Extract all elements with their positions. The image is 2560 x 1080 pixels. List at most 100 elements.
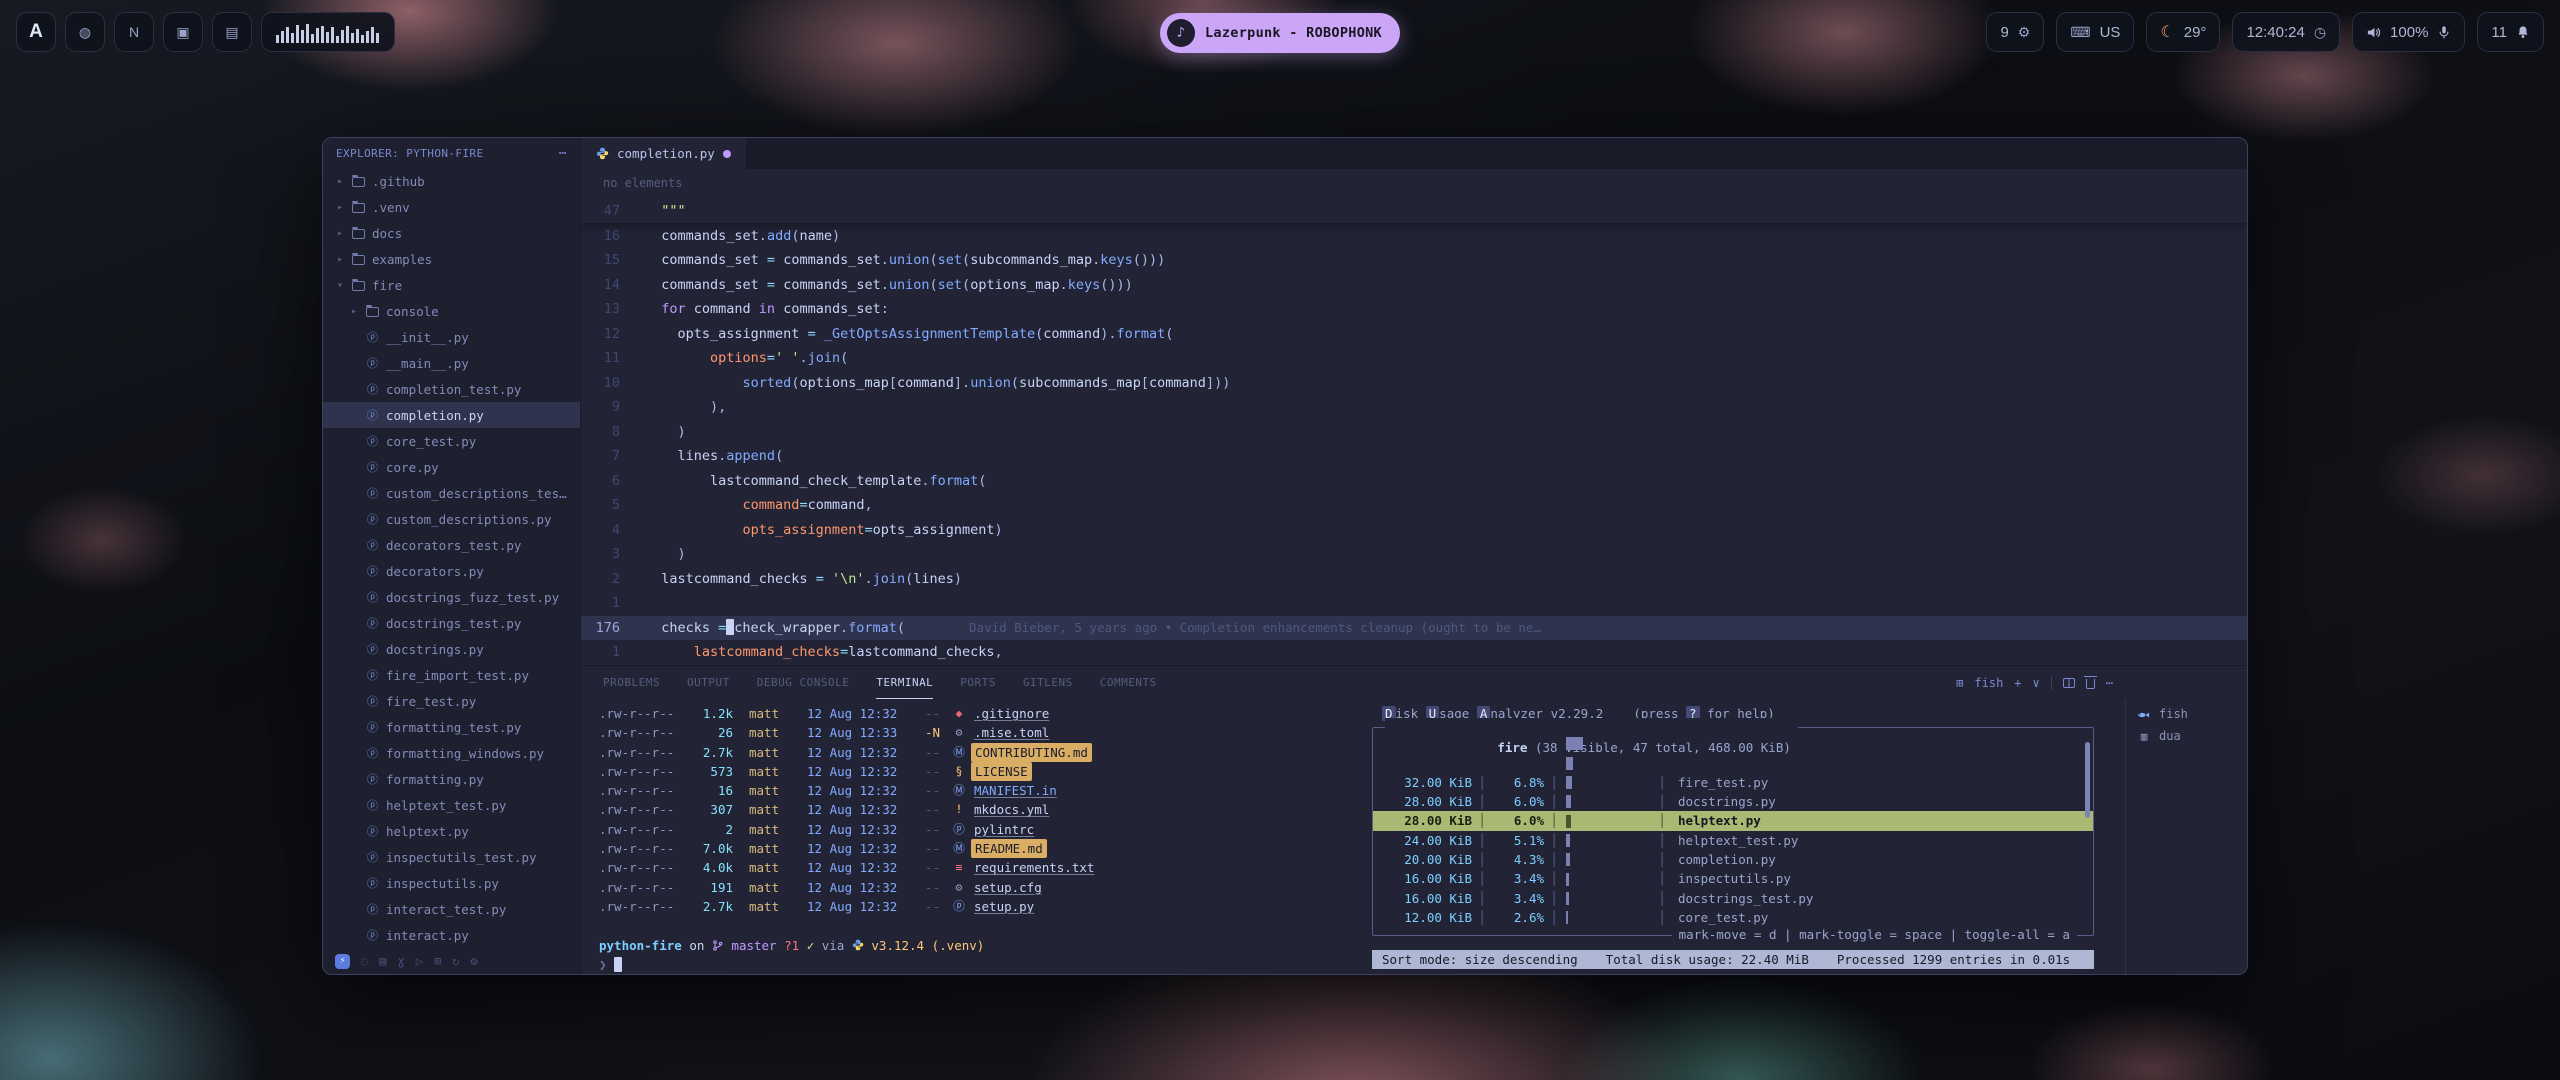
panel-grid-icon[interactable]: ⊞ [1956, 676, 1963, 690]
notifications-pill[interactable]: 11 [2477, 12, 2544, 52]
more-actions-icon[interactable]: ⋯ [559, 146, 567, 161]
weather-pill[interactable]: ☾ 29° [2146, 12, 2220, 52]
tree-item-label: .github [372, 174, 425, 189]
remote-indicator[interactable]: ⚡ [335, 954, 350, 969]
workspace-button-4[interactable]: ▤ [212, 12, 252, 52]
dua-entry-inspectutils.py[interactable]: 16.00 KiB│3.4%││inspectutils.py [1373, 869, 2093, 888]
panel-tab-terminal[interactable]: TERMINAL [876, 666, 933, 699]
entry-name: docstrings_test.py [1672, 889, 1813, 908]
sync-icon[interactable]: ↻ [452, 954, 459, 968]
dua-entry-docstrings_test.py[interactable]: 16.00 KiB│3.4%││docstrings_test.py [1373, 889, 2093, 908]
keyboard-layout-pill[interactable]: ⌨ US [2056, 12, 2134, 52]
workspace-button-3[interactable]: ▣ [163, 12, 203, 52]
python-icon: ⓟ [366, 511, 379, 527]
tree-item-docs[interactable]: ▸docs [323, 220, 580, 246]
tree-item-__main__.py[interactable]: ⓟ__main__.py [323, 350, 580, 376]
entry-usage-bar [1564, 873, 1652, 886]
file-name: .mise.toml [971, 723, 1049, 742]
tree-item-docstrings.py[interactable]: ⓟdocstrings.py [323, 636, 580, 662]
tree-item-formatting.py[interactable]: ⓟformatting.py [323, 766, 580, 792]
markdown-icon: Ⓜ [947, 839, 971, 858]
panel-tab-ports[interactable]: PORTS [960, 666, 996, 699]
kill-terminal-icon[interactable] [2086, 679, 2095, 689]
tree-item-docstrings_test.py[interactable]: ⓟdocstrings_test.py [323, 610, 580, 636]
tree-item-completion.py[interactable]: ⓟcompletion.py [323, 402, 580, 428]
code-line: 3 ) [581, 542, 2247, 567]
workspace-button-1[interactable]: ◍ [65, 12, 105, 52]
dua-entry-completion.py[interactable]: 20.00 KiB│4.3%││completion.py [1373, 850, 2093, 869]
editor-surface[interactable]: 47 """16 commands_set.add(name)15 comman… [581, 197, 2247, 665]
panel-tab-gitlens[interactable]: GITLENS [1023, 666, 1073, 699]
split-terminal-icon[interactable] [2063, 678, 2075, 688]
tree-item-console[interactable]: ▸console [323, 298, 580, 324]
panel-tab-debug-console[interactable]: DEBUG CONSOLE [757, 666, 850, 699]
terminal-list-item-dua[interactable]: ▥dua [2126, 726, 2247, 748]
tree-item-formatting_test.py[interactable]: ⓟformatting_test.py [323, 714, 580, 740]
audio-visualizer[interactable] [261, 12, 395, 52]
panel-tab-comments[interactable]: COMMENTS [1100, 666, 1157, 699]
files-icon[interactable]: ▤ [379, 954, 386, 968]
panel-tab-problems[interactable]: PROBLEMS [603, 666, 660, 699]
tree-item-interact_test.py[interactable]: ⓟinteract_test.py [323, 896, 580, 922]
bell-icon [2516, 25, 2530, 39]
chevron-down-icon[interactable]: ∨ [2033, 676, 2040, 690]
tree-item-interact.py[interactable]: ⓟinteract.py [323, 922, 580, 948]
tree-item-core.py[interactable]: ⓟcore.py [323, 454, 580, 480]
tree-item-formatting_windows.py[interactable]: ⓟformatting_windows.py [323, 740, 580, 766]
tree-item-decorators.py[interactable]: ⓟdecorators.py [323, 558, 580, 584]
tree-item-core_test.py[interactable]: ⓟcore_test.py [323, 428, 580, 454]
now-playing-pill[interactable]: ♪ Lazerpunk - ROBOPHONK [1160, 13, 1400, 53]
run-icon[interactable]: ▷ [416, 954, 423, 968]
tree-item-.venv[interactable]: ▸.venv [323, 194, 580, 220]
explorer-tree[interactable]: ▸.github▸.venv▸docs▸examples▾fire▸consol… [323, 168, 580, 974]
dua-entry-helptext_test.py[interactable]: 24.00 KiB│5.1%││helptext_test.py [1373, 831, 2093, 850]
dua-scrollbar[interactable] [2085, 742, 2090, 818]
breadcrumb[interactable]: no elements [581, 169, 2247, 197]
tree-item-completion_test.py[interactable]: ⓟcompletion_test.py [323, 376, 580, 402]
tree-item-.github[interactable]: ▸.github [323, 168, 580, 194]
tree-item-fire[interactable]: ▾fire [323, 272, 580, 298]
entry-percent: 5.1% [1492, 831, 1544, 850]
git-branch-icon[interactable]: ɣ [397, 954, 404, 968]
updates-pill[interactable]: 9 ⚙ [1986, 12, 2044, 52]
tree-item-fire_import_test.py[interactable]: ⓟfire_import_test.py [323, 662, 580, 688]
tree-item-decorators_test.py[interactable]: ⓟdecorators_test.py [323, 532, 580, 558]
file-date: 12 Aug 12:33 [791, 723, 911, 742]
tree-item-label: formatting.py [386, 772, 484, 787]
terminal-fish[interactable]: .rw-r--r--1.2kmatt12 Aug 12:32--◆.gitign… [599, 704, 1354, 974]
tree-item-inspectutils_test.py[interactable]: ⓟinspectutils_test.py [323, 844, 580, 870]
code-line: 14 commands_set = commands_set.union(set… [581, 273, 2247, 298]
tab-completion-py[interactable]: completion.py [581, 138, 746, 169]
settings-gear-icon[interactable]: ⚙ [470, 954, 477, 968]
tree-item-custom_descriptions.py[interactable]: ⓟcustom_descriptions.py [323, 506, 580, 532]
tree-item-custom_descriptions_test.py[interactable]: ⓟcustom_descriptions_test.py [323, 480, 580, 506]
tree-item-__init__.py[interactable]: ⓟ__init__.py [323, 324, 580, 350]
tree-item-helptext_test.py[interactable]: ⓟhelptext_test.py [323, 792, 580, 818]
volume-pill[interactable]: 100% [2352, 12, 2465, 52]
tree-item-fire_test.py[interactable]: ⓟfire_test.py [323, 688, 580, 714]
file-date: 12 Aug 12:32 [791, 820, 911, 839]
app-launcher-button[interactable]: A [16, 12, 56, 52]
dua-entry-docstrings.py[interactable]: 28.00 KiB│6.0%││docstrings.py [1373, 792, 2093, 811]
terminal-list-item-fish[interactable]: fish [2126, 704, 2247, 726]
tree-item-helptext.py[interactable]: ⓟhelptext.py [323, 818, 580, 844]
terminal-dua[interactable]: Disk Usage Analyzer v2.29.2 (press ? for… [1372, 704, 2094, 969]
panel-more-icon[interactable]: ⋯ [2106, 676, 2113, 690]
shell-input-line[interactable]: ❯ [599, 955, 1354, 974]
tree-item-docstrings_fuzz_test.py[interactable]: ⓟdocstrings_fuzz_test.py [323, 584, 580, 610]
python-icon: ⓟ [366, 849, 379, 865]
file-row: .rw-r--r--2.7kmatt12 Aug 12:32--ⓂCONTRIB… [599, 743, 1354, 762]
terminal-profile-label[interactable]: fish [1974, 676, 2003, 690]
panel-tab-output[interactable]: OUTPUT [687, 666, 730, 699]
workspace-button-2[interactable]: N [114, 12, 154, 52]
extensions-icon[interactable]: ⊞ [434, 954, 441, 968]
tree-item-label: docstrings_fuzz_test.py [386, 590, 559, 605]
clock-pill[interactable]: 12:40:24 ◷ [2232, 12, 2340, 52]
code-line: 10 sorted(options_map[command].union(sub… [581, 371, 2247, 396]
code-line: 1 [581, 591, 2247, 616]
new-terminal-icon[interactable]: + [2014, 676, 2021, 690]
search-icon[interactable]: ◌ [361, 954, 368, 968]
tree-item-examples[interactable]: ▸examples [323, 246, 580, 272]
tree-item-inspectutils.py[interactable]: ⓟinspectutils.py [323, 870, 580, 896]
dua-entry-helptext.py[interactable]: 28.00 KiB│6.0%││helptext.py [1373, 811, 2093, 830]
